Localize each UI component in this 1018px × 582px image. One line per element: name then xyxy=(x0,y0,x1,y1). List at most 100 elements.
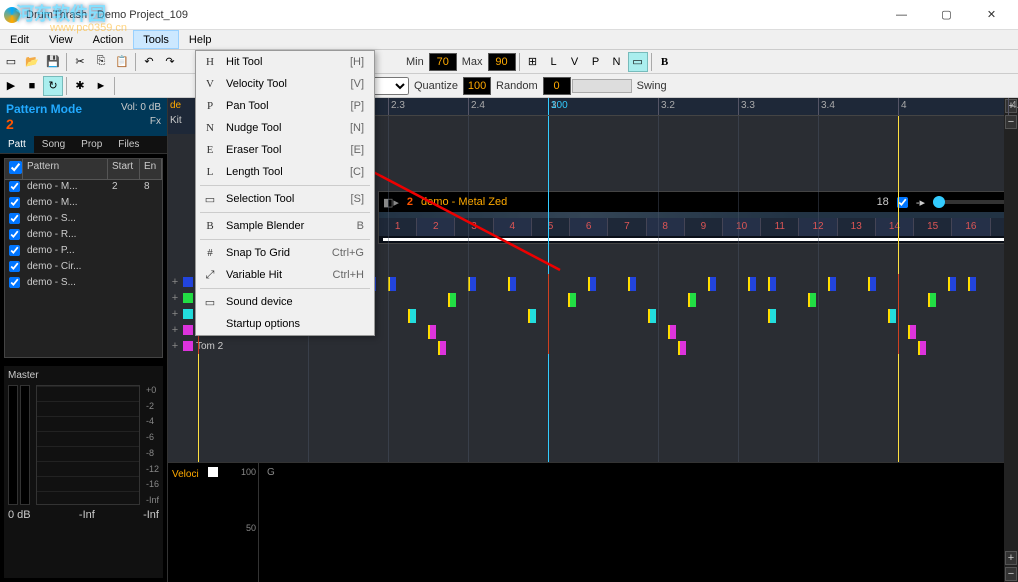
tools-menu-item[interactable]: ⤢Variable HitCtrl+H xyxy=(196,264,374,286)
beat-cell[interactable]: 9 xyxy=(685,218,723,236)
stop-button[interactable]: ■ xyxy=(22,76,42,96)
record-button[interactable]: ► xyxy=(91,76,111,96)
tools-menu-item[interactable]: LLength Tool[C] xyxy=(196,161,374,183)
pb-slider[interactable] xyxy=(933,200,1004,204)
pattern-checkall[interactable] xyxy=(9,161,22,174)
pattern-row-chk[interactable] xyxy=(9,261,20,272)
cut-button[interactable]: ✂ xyxy=(70,52,90,72)
hit[interactable] xyxy=(868,277,876,291)
pattern-list[interactable]: Pattern Start En demo - M... 2 8 demo - … xyxy=(4,158,163,358)
pattern-row[interactable]: demo - S... xyxy=(5,276,162,292)
pattern-mode-fx[interactable]: Fx xyxy=(150,116,161,127)
paste-button[interactable]: 📋 xyxy=(112,52,132,72)
hit[interactable] xyxy=(388,277,396,291)
beat-cell[interactable]: 5 xyxy=(532,218,570,236)
tool-b[interactable]: B xyxy=(655,52,675,72)
hit[interactable] xyxy=(438,341,446,355)
beat-cell[interactable]: 1 xyxy=(379,218,417,236)
tab-prop[interactable]: Prop xyxy=(73,136,110,153)
pattern-row-chk[interactable] xyxy=(9,181,20,192)
loop-button[interactable]: ↻ xyxy=(43,76,63,96)
random-input[interactable] xyxy=(543,77,571,95)
tools-menu-item[interactable]: #Snap To GridCtrl+G xyxy=(196,242,374,264)
expand-icon[interactable]: + xyxy=(170,276,180,288)
pattern-row-chk[interactable] xyxy=(9,213,20,224)
hit-row[interactable] xyxy=(268,308,1004,324)
pattern-row[interactable]: demo - M... xyxy=(5,196,162,212)
col-start[interactable]: Start xyxy=(108,159,140,179)
random-slider[interactable] xyxy=(572,79,632,93)
beat-cell[interactable]: 16 xyxy=(952,218,990,236)
beat-cell[interactable]: 17 xyxy=(991,218,1005,236)
open-button[interactable]: 📂 xyxy=(22,52,42,72)
undo-button[interactable]: ↶ xyxy=(139,52,159,72)
tools-menu-item[interactable]: HHit Tool[H] xyxy=(196,51,374,73)
tools-menu-item[interactable]: ▭Selection Tool[S] xyxy=(196,188,374,210)
hit[interactable] xyxy=(628,277,636,291)
col-pattern[interactable]: Pattern xyxy=(23,159,108,179)
hit[interactable] xyxy=(888,309,896,323)
hit[interactable] xyxy=(408,309,416,323)
hit[interactable] xyxy=(428,325,436,339)
copy-button[interactable]: ⎘ xyxy=(91,52,111,72)
grid-icon[interactable]: ⊞ xyxy=(523,52,543,72)
beat-cell[interactable]: 10 xyxy=(723,218,761,236)
beat-cell[interactable]: 11 xyxy=(761,218,799,236)
hit[interactable] xyxy=(688,293,696,307)
new-button[interactable]: ▭ xyxy=(1,52,21,72)
quantize-select[interactable] xyxy=(369,77,409,95)
tools-menu-item[interactable]: NNudge Tool[N] xyxy=(196,117,374,139)
tab-song[interactable]: Song xyxy=(34,136,73,153)
zoom-out-v[interactable]: − xyxy=(1005,115,1017,129)
tools-menu-item[interactable]: EEraser Tool[E] xyxy=(196,139,374,161)
hit[interactable] xyxy=(528,309,536,323)
col-end[interactable]: En xyxy=(140,159,162,179)
tab-patt[interactable]: Patt xyxy=(0,136,34,153)
pattern-row[interactable]: demo - S... xyxy=(5,212,162,228)
tool-n[interactable]: N xyxy=(607,52,627,72)
tool-l[interactable]: L xyxy=(544,52,564,72)
zoom-out-h[interactable]: − xyxy=(1005,567,1017,581)
beat-cell[interactable]: 4 xyxy=(494,218,532,236)
hit-row[interactable] xyxy=(268,292,1004,308)
pattern-row-chk[interactable] xyxy=(9,277,20,288)
hit[interactable] xyxy=(948,277,956,291)
close-button[interactable]: ✕ xyxy=(969,1,1014,29)
kit-row[interactable]: +Tom 2 xyxy=(168,338,268,354)
menu-help[interactable]: Help xyxy=(179,30,222,49)
tools-menu-item[interactable]: VVelocity Tool[V] xyxy=(196,73,374,95)
tool-p[interactable]: P xyxy=(586,52,606,72)
metronome-button[interactable]: ✱ xyxy=(70,76,90,96)
hit[interactable] xyxy=(468,277,476,291)
hit[interactable] xyxy=(668,325,676,339)
pattern-row-chk[interactable] xyxy=(9,245,20,256)
ruler-marker[interactable]: 100 xyxy=(548,98,568,115)
pattern-row-chk[interactable] xyxy=(9,197,20,208)
hit-row[interactable] xyxy=(268,324,1004,340)
pattern-block[interactable]: ◧▸ 2 demo - Metal Zed 18 -▸ ✕ 1234567891… xyxy=(378,191,1004,244)
pattern-row[interactable]: demo - P... xyxy=(5,244,162,260)
pattern-row[interactable]: demo - M... 2 8 xyxy=(5,180,162,196)
velocity-swatch[interactable] xyxy=(208,467,218,477)
beat-cell[interactable]: 15 xyxy=(914,218,952,236)
play-button[interactable]: ▶ xyxy=(1,76,21,96)
hit[interactable] xyxy=(708,277,716,291)
beat-cell[interactable]: 2 xyxy=(417,218,455,236)
tools-menu-item[interactable]: BSample BlenderB xyxy=(196,215,374,237)
tool-v[interactable]: V xyxy=(565,52,585,72)
hit[interactable] xyxy=(588,277,596,291)
hit[interactable] xyxy=(828,277,836,291)
hit[interactable] xyxy=(768,277,776,291)
expand-icon[interactable]: + xyxy=(170,308,180,320)
selection-icon[interactable]: ▭ xyxy=(628,52,648,72)
menu-view[interactable]: View xyxy=(39,30,83,49)
tools-menu-item[interactable]: ▭Sound device xyxy=(196,291,374,313)
hit[interactable] xyxy=(648,309,656,323)
redo-button[interactable]: ↷ xyxy=(160,52,180,72)
menu-tools[interactable]: Tools xyxy=(133,30,179,49)
hit[interactable] xyxy=(568,293,576,307)
tools-menu-item[interactable]: Startup options xyxy=(196,313,374,335)
beat-cell[interactable]: 6 xyxy=(570,218,608,236)
pattern-row[interactable]: demo - R... xyxy=(5,228,162,244)
beat-cell[interactable]: 3 xyxy=(455,218,493,236)
